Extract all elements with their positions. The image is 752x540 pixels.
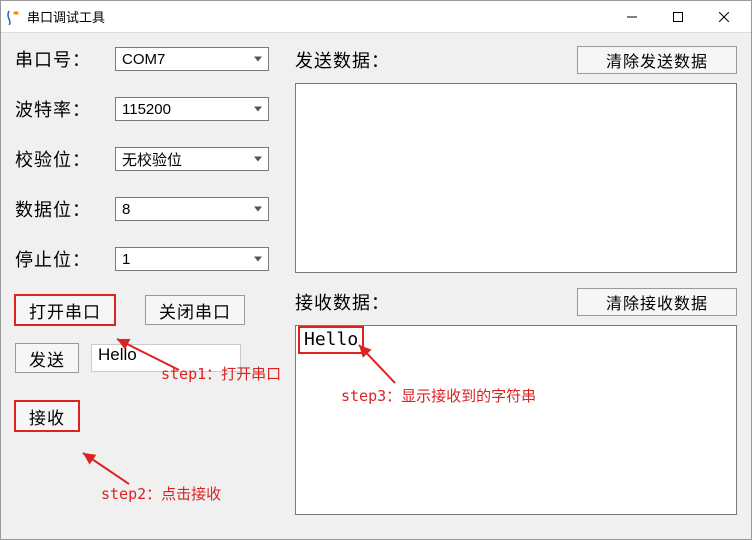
port-label: 串口号： (15, 46, 115, 72)
close-button[interactable] (701, 1, 747, 32)
right-panel: 发送数据： 清除发送数据 接收数据： 清除接收数据 Hello (289, 33, 751, 515)
databits-label: 数据位： (15, 196, 115, 222)
minimize-button[interactable] (609, 1, 655, 32)
annotation-step2: step2：点击接收 (101, 483, 221, 504)
send-input[interactable]: Hello (91, 344, 241, 372)
titlebar: 串口调试工具 (1, 1, 751, 33)
app-window: 串口调试工具 串口号： COM7 波特率： 115200 校验位： 无校验位 数… (0, 0, 752, 540)
recv-text-highlight: Hello (298, 326, 364, 354)
recv-textarea[interactable]: Hello (295, 325, 737, 515)
window-buttons (609, 1, 747, 32)
clear-recv-button[interactable]: 清除接收数据 (577, 288, 737, 316)
left-panel: 串口号： COM7 波特率： 115200 校验位： 无校验位 数据位： 8 停… (1, 33, 289, 431)
parity-select[interactable]: 无校验位 (115, 147, 269, 171)
stopbits-select[interactable]: 1 (115, 247, 269, 271)
send-textarea[interactable] (295, 83, 737, 273)
databits-select[interactable]: 8 (115, 197, 269, 221)
arrow-step2 (77, 449, 137, 489)
clear-send-button[interactable]: 清除发送数据 (577, 46, 737, 74)
content-area: 串口号： COM7 波特率： 115200 校验位： 无校验位 数据位： 8 停… (1, 33, 751, 539)
parity-label: 校验位： (15, 146, 115, 172)
recv-area-label: 接收数据： (295, 289, 577, 315)
window-title: 串口调试工具 (27, 7, 105, 26)
open-port-button[interactable]: 打开串口 (15, 295, 115, 325)
receive-button[interactable]: 接收 (15, 401, 79, 431)
baud-select[interactable]: 115200 (115, 97, 269, 121)
baud-label: 波特率： (15, 96, 115, 122)
close-port-button[interactable]: 关闭串口 (145, 295, 245, 325)
send-button[interactable]: 发送 (15, 343, 79, 373)
maximize-button[interactable] (655, 1, 701, 32)
port-select[interactable]: COM7 (115, 47, 269, 71)
stopbits-label: 停止位： (15, 246, 115, 272)
app-icon (5, 9, 21, 25)
send-area-label: 发送数据： (295, 47, 577, 73)
